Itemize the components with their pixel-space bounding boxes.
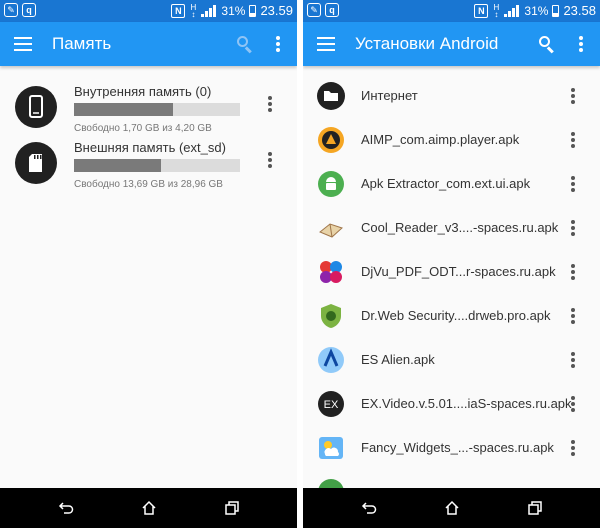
storage-free-text: Свободно 1,70 GB из 4,20 GB <box>74 123 212 134</box>
page-title: Установки Android <box>355 34 499 53</box>
network-type-icon: H ↕ <box>190 2 197 19</box>
djvu-icon <box>320 261 342 283</box>
edit-notification-icon: ✎ <box>307 3 321 17</box>
item-options-icon[interactable] <box>571 440 575 456</box>
list-item[interactable]: EX EX.Video.v.5.01....iaS-spaces.ru.apk <box>303 382 600 426</box>
app-notification-icon: q <box>22 3 36 17</box>
aimp-icon <box>318 127 344 153</box>
item-options-icon[interactable] <box>571 308 575 324</box>
nfc-icon: N <box>171 3 186 18</box>
sd-card-icon <box>29 154 42 172</box>
file-name: Cool_Reader_v3....-spaces.ru.apk <box>361 220 559 235</box>
weather-widget-icon <box>319 437 343 459</box>
menu-icon[interactable] <box>14 37 32 51</box>
navigation-bar <box>0 488 297 528</box>
file-name: Dr.Web Security....drweb.pro.apk <box>361 308 551 323</box>
storage-name: Внешняя память (ext_sd) <box>74 140 226 155</box>
file-list: Интернет AIMP_com.aimp.player.apk Apk Ex… <box>303 74 600 514</box>
android-installs-screen: ✎ q N H ↕ 31% 23.58 Установки Android Инт… <box>303 0 600 528</box>
memory-screen: ✎ q N H ↕ 31% 23.59 Память Внутренняя пам… <box>0 0 297 528</box>
list-item[interactable]: Apk Extractor_com.ext.ui.apk <box>303 162 600 206</box>
signal-icon <box>504 4 520 17</box>
book-icon <box>319 223 343 238</box>
clock: 23.59 <box>260 3 293 18</box>
item-options-icon[interactable] <box>571 176 575 192</box>
list-item[interactable]: ES Alien.apk <box>303 338 600 382</box>
storage-item-internal[interactable]: Внутренняя память (0) Свободно 1,70 GB и… <box>0 80 297 140</box>
recent-apps-icon[interactable] <box>527 500 543 516</box>
battery-percent: 31% <box>524 3 549 18</box>
item-options-icon[interactable] <box>571 220 575 236</box>
folder-icon <box>317 82 345 110</box>
overflow-menu-icon[interactable] <box>579 36 583 52</box>
edit-notification-icon: ✎ <box>4 3 18 17</box>
storage-avatar <box>15 86 57 128</box>
navigation-bar <box>303 488 600 528</box>
search-icon[interactable] <box>539 36 555 54</box>
app-notification-icon: q <box>325 3 339 17</box>
network-type-icon: H ↕ <box>493 2 500 19</box>
file-name: Fancy_Widgets_...-spaces.ru.apk <box>361 440 554 455</box>
item-options-icon[interactable] <box>571 264 575 280</box>
back-icon[interactable] <box>361 500 377 516</box>
android-icon <box>318 171 344 197</box>
file-name: ES Alien.apk <box>361 352 435 367</box>
drweb-icon <box>321 304 341 328</box>
file-name: AIMP_com.aimp.player.apk <box>361 132 520 147</box>
alien-icon <box>318 347 344 373</box>
home-icon[interactable] <box>141 500 157 516</box>
ex-video-icon: EX <box>318 391 344 417</box>
svg-text:EX: EX <box>324 399 339 411</box>
status-bar: ✎ q N H ↕ 31% 23.58 <box>303 0 600 22</box>
app-bar: Память <box>0 22 297 66</box>
battery-icon <box>552 4 560 17</box>
menu-icon[interactable] <box>317 37 335 51</box>
file-name: DjVu_PDF_ODT...r-spaces.ru.apk <box>361 264 556 279</box>
item-options-icon[interactable] <box>571 132 575 148</box>
list-item[interactable]: Интернет <box>303 74 600 118</box>
status-bar: ✎ q N H ↕ 31% 23.59 <box>0 0 297 22</box>
app-bar: Установки Android <box>303 22 600 66</box>
file-name: EX.Video.v.5.01....iaS-spaces.ru.apk <box>361 396 572 411</box>
storage-options-icon[interactable] <box>268 96 272 112</box>
file-name: Apk Extractor_com.ext.ui.apk <box>361 176 531 191</box>
storage-avatar <box>15 142 57 184</box>
page-title: Память <box>52 34 112 53</box>
overflow-menu-icon[interactable] <box>276 36 280 52</box>
recent-apps-icon[interactable] <box>224 500 240 516</box>
back-icon[interactable] <box>58 500 74 516</box>
item-options-icon[interactable] <box>571 396 575 412</box>
battery-icon <box>249 4 257 17</box>
nfc-icon: N <box>474 3 489 18</box>
signal-icon <box>201 4 217 17</box>
clock: 23.58 <box>563 3 596 18</box>
storage-usage-bar <box>74 159 240 172</box>
home-icon[interactable] <box>444 500 460 516</box>
list-item[interactable]: Dr.Web Security....drweb.pro.apk <box>303 294 600 338</box>
list-item[interactable]: AIMP_com.aimp.player.apk <box>303 118 600 162</box>
list-item[interactable]: Cool_Reader_v3....-spaces.ru.apk <box>303 206 600 250</box>
phone-icon <box>29 95 43 118</box>
item-options-icon[interactable] <box>571 352 575 368</box>
storage-item-external[interactable]: Внешняя память (ext_sd) Свободно 13,69 G… <box>0 136 297 196</box>
file-name: Интернет <box>361 88 418 103</box>
storage-options-icon[interactable] <box>268 152 272 168</box>
storage-free-text: Свободно 13,69 GB из 28,96 GB <box>74 179 223 190</box>
list-item[interactable]: Fancy_Widgets_...-spaces.ru.apk <box>303 426 600 470</box>
item-options-icon[interactable] <box>571 88 575 104</box>
list-item[interactable]: DjVu_PDF_ODT...r-spaces.ru.apk <box>303 250 600 294</box>
storage-usage-bar <box>74 103 240 116</box>
battery-percent: 31% <box>221 3 246 18</box>
search-icon[interactable] <box>237 36 253 54</box>
storage-name: Внутренняя память (0) <box>74 84 212 99</box>
